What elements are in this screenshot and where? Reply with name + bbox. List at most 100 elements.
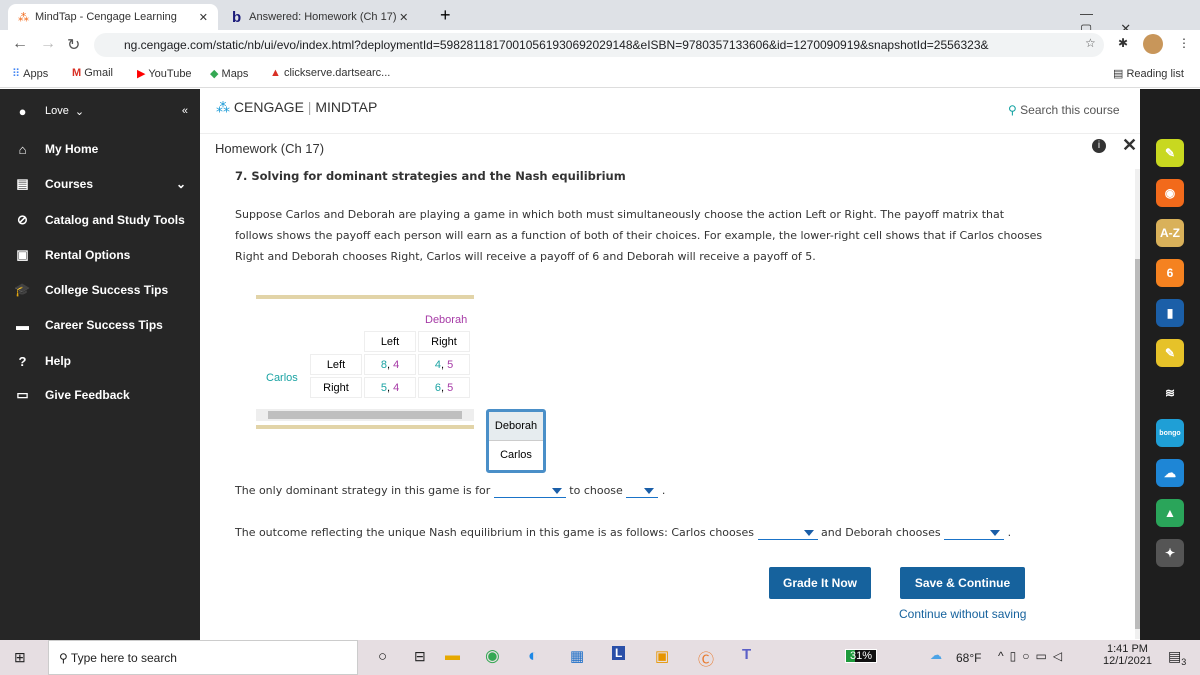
briefcase-icon: ▬ <box>16 317 29 333</box>
book-icon: ▤ <box>16 176 29 191</box>
mindtap-favicon-icon: ⁂ <box>18 11 29 24</box>
sidebar-item-give-feedback[interactable]: ▭ Give Feedback <box>0 380 200 410</box>
option-carlos[interactable]: Carlos <box>489 441 543 470</box>
edge-icon[interactable]: ◐ <box>528 646 538 666</box>
browser-tab-bar: ⁂ MindTap - Cengage Learning ✕ b Answered: … <box>0 0 1200 36</box>
question-1: The only dominant strategy in this game … <box>235 484 666 498</box>
search-course[interactable]: ⚲ Search this course <box>1008 103 1120 117</box>
deborah-action-dropdown[interactable] <box>944 526 1005 540</box>
player-dropdown[interactable] <box>493 484 566 498</box>
drive-icon[interactable]: ▲ <box>1156 499 1184 527</box>
chrome-icon[interactable]: ◉ <box>485 646 500 666</box>
main-content: ⁂ CENGAGE | MINDTAP ⚲ Search this course… <box>200 89 1182 640</box>
question-2: The outcome reflecting the unique Nash e… <box>235 526 1012 540</box>
user-menu[interactable]: ● Love ⌄ « <box>0 96 200 126</box>
sidebar-item-college-success-tips[interactable]: 🎓 College Success Tips <box>0 275 200 305</box>
notebook-icon[interactable]: ▮ <box>1156 299 1184 327</box>
save-continue-button[interactable]: Save & Continue <box>900 567 1025 599</box>
sidebar-item-catalog-and-study-tools[interactable]: ⊘ Catalog and Study Tools <box>0 205 200 235</box>
extensions-icon[interactable]: ✱ <box>1118 36 1128 50</box>
clock[interactable]: 1:41 PM 12/1/2021 <box>1103 643 1152 667</box>
notifications-icon[interactable]: ▤3 <box>1168 648 1186 667</box>
puzzle-icon[interactable]: ✦ <box>1156 539 1184 567</box>
sidebar-item-help[interactable]: ? Help <box>0 346 200 376</box>
question-prompt: Suppose Carlos and Deborah are playing a… <box>235 208 1043 263</box>
bookmarks-bar: ⠿ Apps M Gmail ▶ YouTube ◆ Maps ▲ clicks… <box>0 60 1200 88</box>
option-deborah[interactable]: Deborah <box>489 412 543 441</box>
reading-list-button[interactable]: ▤ Reading list <box>1113 67 1184 80</box>
sidebar-item-courses[interactable]: ▤ Courses ⌄ <box>0 169 200 199</box>
app-icon[interactable]: ▣ <box>655 647 669 665</box>
sidebar-item-my-home[interactable]: ⌂ My Home <box>0 134 200 164</box>
battery-indicator[interactable]: 31% <box>845 649 878 663</box>
teams-icon[interactable]: T <box>742 646 751 663</box>
sidebar: ● Love ⌄ « ⌂ My Home ▤ Courses ⌄ ⊘ Catalog and St… <box>0 89 200 640</box>
weather-icon: ☁ <box>930 648 942 662</box>
star-icon[interactable]: ☆ <box>1085 36 1096 50</box>
sidebar-item-rental-options[interactable]: ▣ Rental Options <box>0 240 200 270</box>
compass-icon: ⊘ <box>17 212 28 227</box>
search-icon: ⚲ <box>59 651 68 665</box>
cengage-logo: ⁂ CENGAGE | MINDTAP <box>216 99 378 115</box>
read-aloud-icon[interactable]: ≋ <box>1156 379 1184 407</box>
reload-icon[interactable]: ↻ <box>67 35 80 55</box>
help-icon: ? <box>18 353 27 369</box>
user-icon: ● <box>18 103 27 119</box>
task-view-icon[interactable]: ⊟ <box>414 648 426 665</box>
note-icon[interactable]: ✎ <box>1156 339 1184 367</box>
file-explorer-icon[interactable]: ▬ <box>445 647 460 664</box>
bookmark-maps[interactable]: ◆ Maps <box>210 67 248 80</box>
avatar[interactable] <box>1143 34 1163 54</box>
cortana-icon[interactable]: ○ <box>378 648 387 665</box>
close-tab-icon[interactable]: ✕ <box>399 11 408 24</box>
menu-icon[interactable]: ⋮ <box>1178 36 1190 50</box>
windows-start-icon[interactable]: ⊞ <box>14 649 26 666</box>
bongo-icon[interactable]: bongo <box>1156 419 1184 447</box>
col-player-label: Deborah <box>425 314 468 326</box>
bookmark-apps[interactable]: ⠿ Apps <box>12 67 48 80</box>
breadcrumb: Homework (Ch 17) <box>215 141 325 156</box>
tab-mindtap[interactable]: ⁂ MindTap - Cengage Learning ✕ <box>8 4 218 30</box>
feedback-icon: ▭ <box>16 387 29 402</box>
url-input[interactable]: ng.cengage.com/static/nb/ui/evo/index.ht… <box>94 33 1104 57</box>
bartleby-favicon-icon: b <box>232 8 242 26</box>
row-player-label: Carlos <box>266 372 298 384</box>
sidebar-item-career-success-tips[interactable]: ▬ Career Success Tips <box>0 310 200 340</box>
tab-answered[interactable]: b Answered: Homework (Ch 17) En ✕ <box>222 4 422 30</box>
search-icon: ⚲ <box>1008 103 1017 117</box>
payoff-matrix: Left Right Left 8, 4 4, 5 Right 5, 4 6, 5 <box>308 329 472 400</box>
rental-icon: ▣ <box>16 247 29 262</box>
bookmark-clickserve[interactable]: ▲ clickserve.dartsearc... <box>270 67 390 79</box>
system-tray-icons[interactable]: ^▯○▭◁ <box>998 649 1068 663</box>
carlos-action-dropdown[interactable] <box>757 526 818 540</box>
bookmark-youtube[interactable]: ▶ YouTube <box>137 67 192 80</box>
taskbar-search-input[interactable]: ⚲ Type here to search <box>48 640 358 675</box>
continue-without-saving-link[interactable]: Continue without saving <box>899 607 1026 621</box>
six-icon[interactable]: 6 <box>1156 259 1184 287</box>
dictionary-icon[interactable]: A-Z <box>1156 219 1184 247</box>
graduation-cap-icon: 🎓 <box>14 282 31 297</box>
app-l-icon[interactable]: L <box>612 646 626 660</box>
matrix-scrollbar[interactable] <box>256 409 474 421</box>
temperature[interactable]: 68°F <box>956 651 981 665</box>
collapse-sidebar-icon[interactable]: « <box>182 105 188 117</box>
extensions-sidebar: ✎ ◉ A-Z 6 ▮ ✎ ≋ bongo ☁ ▲ ✦ <box>1140 89 1200 640</box>
dropdown-popup: Deborah Carlos <box>486 409 546 473</box>
bookmark-gmail[interactable]: M Gmail <box>72 67 113 79</box>
grade-it-now-button[interactable]: Grade It Now <box>769 567 871 599</box>
close-tab-icon[interactable]: ✕ <box>199 11 208 24</box>
info-icon[interactable]: i <box>1092 139 1106 153</box>
action-dropdown[interactable] <box>626 484 659 498</box>
app-c-icon[interactable]: Ⓒ <box>698 646 714 670</box>
pencil-icon[interactable]: ✎ <box>1156 139 1184 167</box>
store-icon[interactable]: ▦ <box>570 647 584 665</box>
address-bar-row: ← → ↻ ng.cengage.com/static/nb/ui/evo/in… <box>0 30 1200 60</box>
forward-icon[interactable]: → <box>40 35 56 53</box>
taskbar: ⊞ ⚲ Type here to search ○ ⊟ ▬ ◉ ◐ ▦ L ▣ … <box>0 640 1200 675</box>
new-tab-button[interactable]: + <box>440 5 451 26</box>
back-icon[interactable]: ← <box>12 35 28 53</box>
home-icon: ⌂ <box>18 141 27 157</box>
onedrive-icon[interactable]: ☁ <box>1156 459 1184 487</box>
close-icon[interactable]: ✕ <box>1122 135 1137 156</box>
rss-icon[interactable]: ◉ <box>1156 179 1184 207</box>
